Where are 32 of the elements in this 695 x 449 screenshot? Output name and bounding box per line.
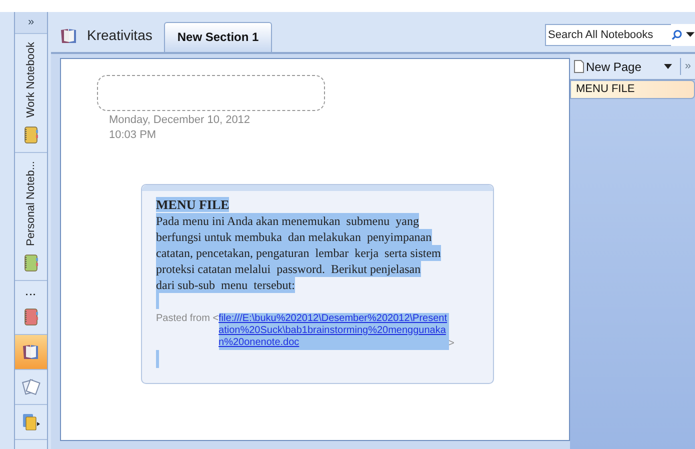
open-book-icon xyxy=(21,342,41,361)
title-box[interactable] xyxy=(97,75,325,111)
page-date: Monday, December 10, 2012 xyxy=(109,113,250,128)
note-container[interactable] xyxy=(141,184,494,384)
section-tab[interactable]: New Section 1 xyxy=(164,22,272,52)
pasted-from-label: Pasted from < xyxy=(156,313,219,325)
search-field[interactable]: Search All Notebooks xyxy=(545,24,671,46)
sidebar-button[interactable] xyxy=(15,334,47,370)
notebook-label: ⋮ xyxy=(24,288,38,300)
notebook-icon xyxy=(23,126,39,144)
notebook-icon xyxy=(23,308,39,326)
loose-pages-icon xyxy=(21,378,41,396)
expand-button[interactable]: » xyxy=(15,12,47,34)
closing-bracket: > xyxy=(448,338,454,350)
page-icon xyxy=(574,60,584,73)
notebook-label: Personal Noteb... xyxy=(24,160,38,246)
open-book-icon xyxy=(59,26,79,44)
dropdown-icon[interactable] xyxy=(686,32,695,38)
note-heading: MENU FILE xyxy=(156,197,230,212)
notebook-tab[interactable]: ⋮ xyxy=(15,280,47,335)
sidebar-button[interactable] xyxy=(15,404,47,440)
new-page-button[interactable]: New Page xyxy=(574,58,642,76)
notebooks-stack-icon xyxy=(21,412,41,431)
notebook-title: Kreativitas xyxy=(87,26,152,45)
page-time: 10:03 PM xyxy=(109,128,158,143)
more-button[interactable]: » xyxy=(680,58,691,75)
sidebar-button[interactable] xyxy=(15,370,47,405)
dropdown-icon[interactable] xyxy=(664,64,672,69)
search-icon xyxy=(671,29,682,41)
page-tab[interactable]: MENU FILE xyxy=(570,80,695,99)
notebook-label: Work Notebook xyxy=(24,42,38,118)
notebook-icon xyxy=(23,254,39,272)
